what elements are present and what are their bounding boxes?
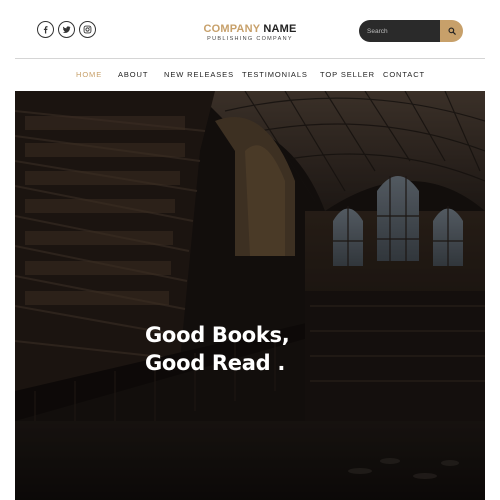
- brand-name-accent: COMPANY: [203, 23, 261, 35]
- hero-heading-line1: Good Books,: [145, 323, 290, 347]
- nav-item-contact[interactable]: CONTACT: [383, 69, 425, 81]
- nav-item-new-releases[interactable]: NEW RELEASES: [164, 69, 234, 81]
- library-hero-image: [15, 91, 485, 500]
- brand-name-rest: NAME: [260, 23, 297, 35]
- nav-item-about[interactable]: ABOUT: [118, 69, 148, 81]
- nav-item-top-seller[interactable]: TOP SELLER: [320, 69, 375, 81]
- hero-heading: Good Books, Good Read .: [145, 321, 290, 377]
- search-bar: [359, 20, 463, 42]
- main-nav: HOME ABOUT NEW RELEASES TESTIMONIALS TOP…: [0, 69, 500, 81]
- search-button[interactable]: [440, 20, 463, 42]
- header-divider: [15, 58, 485, 59]
- nav-item-home[interactable]: HOME: [76, 69, 102, 81]
- hero-heading-line2: Good Read .: [145, 351, 286, 375]
- hero-banner: Good Books, Good Read .: [15, 91, 485, 500]
- search-input[interactable]: [359, 20, 440, 42]
- search-icon: [447, 27, 456, 35]
- top-bar: COMPANY NAME PUBLISHING COMPANY: [0, 0, 500, 58]
- nav-item-testimonials[interactable]: TESTIMONIALS: [242, 69, 308, 81]
